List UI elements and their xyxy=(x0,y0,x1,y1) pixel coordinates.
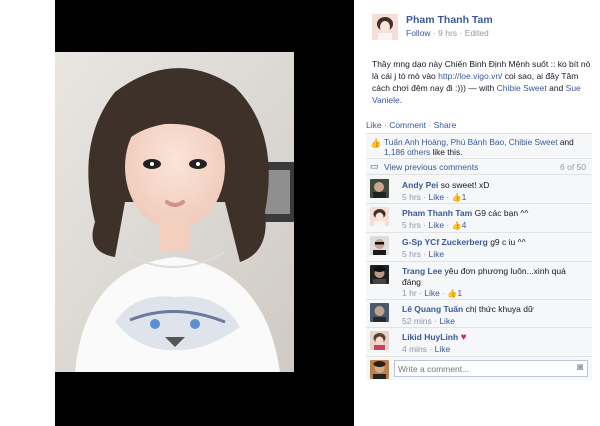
comments-list: Andy Pei so sweet! xD 5 hrs · Like · 👍1 … xyxy=(366,174,592,356)
likes-and: and xyxy=(559,137,574,147)
comment-author[interactable]: Andy Pei xyxy=(402,180,438,190)
thumb-icon: 👍 xyxy=(451,221,462,230)
divider xyxy=(366,174,592,175)
comment-time[interactable]: 1 hr xyxy=(402,288,417,298)
portrait-image xyxy=(55,52,294,372)
comment-text: chị thức khuya dữ xyxy=(465,304,534,314)
comment-composer: ◙ xyxy=(366,356,592,380)
divider xyxy=(366,327,592,328)
divider xyxy=(366,203,592,204)
comment-like-count[interactable]: 1 xyxy=(462,192,467,202)
photo-viewer xyxy=(0,0,354,426)
comment-like-link[interactable]: Like xyxy=(424,288,440,298)
comment-input[interactable] xyxy=(398,362,566,375)
comment-like-count[interactable]: 4 xyxy=(462,220,467,230)
like-thumb-icon: 👍 xyxy=(370,138,382,148)
comment-like-link[interactable]: Like xyxy=(439,316,455,326)
edited-label[interactable]: Edited xyxy=(465,28,489,38)
comment-body: Trang Lee yêu đơn phương luôn...xinh quá… xyxy=(402,266,587,288)
camera-icon[interactable]: ◙ xyxy=(577,362,583,373)
viewer-avatar xyxy=(370,360,389,379)
comment-author[interactable]: Trang Lee xyxy=(402,266,442,276)
comment-body: G-Sp YCf Zuckerberg g9 c iu ^^ xyxy=(402,237,587,248)
and-text: and xyxy=(549,83,564,93)
comment-author[interactable]: Likid HuyLinh xyxy=(402,332,458,342)
meta-dot: · xyxy=(459,28,463,38)
comment-like-link[interactable]: Like xyxy=(428,220,444,230)
divider xyxy=(366,299,592,300)
comment-like-count[interactable]: 1 xyxy=(457,288,462,298)
likers-names[interactable]: Tuấn Anh Hoàng, Phú Bánh Bao, Chibie Swe… xyxy=(384,137,558,147)
action-dot: · xyxy=(428,120,432,130)
comment-time[interactable]: 4 mins xyxy=(402,344,427,354)
comment-text: G9 các bạn ^^ xyxy=(474,208,529,218)
comment-meta: 4 mins · Like xyxy=(402,344,451,354)
comment-like-link[interactable]: Like xyxy=(435,344,451,354)
comment-input-box[interactable]: ◙ xyxy=(394,360,588,377)
share-action[interactable]: Share xyxy=(434,120,457,130)
action-dot: · xyxy=(383,120,387,130)
comments-count: 6 of 50 xyxy=(560,162,586,172)
meta-dot: · xyxy=(432,28,436,38)
period: . xyxy=(399,95,403,105)
comment-body: Pham Thanh Tam G9 các bạn ^^ xyxy=(402,208,587,219)
comment-time[interactable]: 5 hrs xyxy=(402,249,421,259)
comment-body: Andy Pei so sweet! xD xyxy=(402,180,587,191)
comment-meta: 5 hrs · Like · 👍4 xyxy=(402,220,467,230)
post-time[interactable]: 9 hrs xyxy=(438,28,457,38)
comment-time[interactable]: 5 hrs xyxy=(402,192,421,202)
comment-author[interactable]: Lê Quang Tuấn xyxy=(402,304,463,314)
like-action[interactable]: Like xyxy=(366,120,382,130)
commenter-avatar[interactable] xyxy=(370,236,389,255)
likes-text: Tuấn Anh Hoàng, Phú Bánh Bao, Chibie Swe… xyxy=(384,137,589,157)
comment-like-link[interactable]: Like xyxy=(428,249,444,259)
commenter-avatar[interactable] xyxy=(370,207,389,226)
comment-meta: 52 mins · Like xyxy=(402,316,455,326)
follow-button[interactable]: Follow xyxy=(406,28,431,38)
post-actions: Like · Comment · Share xyxy=(366,120,456,130)
comment-author[interactable]: G-Sp YCf Zuckerberg xyxy=(402,237,488,247)
post-photo[interactable] xyxy=(55,52,294,372)
comment-like-link[interactable]: Like xyxy=(428,192,444,202)
author-name[interactable]: Pham Thanh Tam xyxy=(406,14,493,26)
comment-text: g9 c iu ^^ xyxy=(490,237,526,247)
likes-others-link[interactable]: 1,186 others xyxy=(384,147,430,157)
comment-text: so sweet! xD xyxy=(440,180,490,190)
comment-author[interactable]: Pham Thanh Tam xyxy=(402,208,472,218)
commenter-avatar[interactable] xyxy=(370,265,389,284)
post-meta: Follow · 9 hrs · Edited xyxy=(406,28,489,38)
thumb-icon: 👍 xyxy=(447,289,458,298)
comment-time[interactable]: 52 mins xyxy=(402,316,432,326)
comment-time[interactable]: 5 hrs xyxy=(402,220,421,230)
divider xyxy=(366,232,592,233)
view-previous-comments-link[interactable]: View previous comments xyxy=(384,162,478,172)
comment-meta: 1 hr · Like · 👍1 xyxy=(402,288,463,298)
post-link[interactable]: http://loe.vigo.vn/ xyxy=(438,71,502,81)
commenter-avatar[interactable] xyxy=(370,331,389,350)
comment-bubble-icon: ▭ xyxy=(370,161,379,171)
comment-meta: 5 hrs · Like · 👍1 xyxy=(402,192,467,202)
divider xyxy=(366,261,592,262)
author-avatar[interactable] xyxy=(372,14,398,40)
likes-summary: 👍 Tuấn Anh Hoàng, Phú Bánh Bao, Chibie S… xyxy=(366,133,592,157)
post-sidebar: Pham Thanh Tam Follow · 9 hrs · Edited T… xyxy=(360,0,600,426)
thumb-icon: 👍 xyxy=(451,193,462,202)
view-previous-row[interactable]: ▭ View previous comments 6 of 50 xyxy=(366,158,592,174)
comment-body: Lê Quang Tuấn chị thức khuya dữ xyxy=(402,304,587,315)
post-text: Thầy mng dạo này Chiến Binh Định Mệnh su… xyxy=(372,58,592,106)
commenter-avatar[interactable] xyxy=(370,303,389,322)
commenter-avatar[interactable] xyxy=(370,179,389,198)
heart-icon: ♥ xyxy=(460,332,467,343)
likes-suffix: like this. xyxy=(432,147,463,157)
comment-action[interactable]: Comment xyxy=(389,120,426,130)
tagged-friend[interactable]: Chibie Sweet xyxy=(497,83,547,93)
comment-body: Likid HuyLinh ♥ xyxy=(402,332,587,343)
comment-meta: 5 hrs · Like xyxy=(402,249,445,259)
